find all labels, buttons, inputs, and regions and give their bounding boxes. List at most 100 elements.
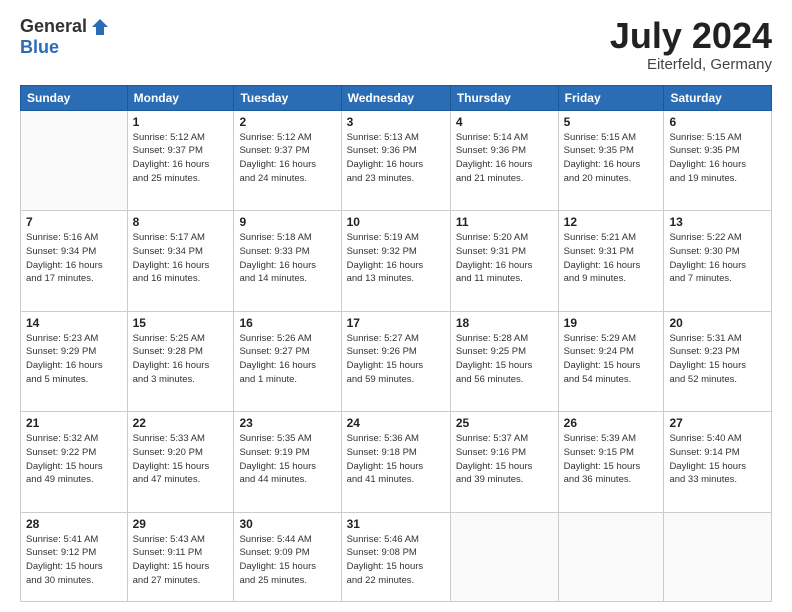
day-info: Sunrise: 5:25 AM Sunset: 9:28 PM Dayligh… — [133, 332, 229, 387]
day-info: Sunrise: 5:35 AM Sunset: 9:19 PM Dayligh… — [239, 432, 335, 487]
day-number: 28 — [26, 517, 122, 531]
calendar-cell: 30 Sunrise: 5:44 AM Sunset: 9:09 PM Dayli… — [234, 512, 341, 601]
calendar-cell: 11 Sunrise: 5:20 AM Sunset: 9:31 PM Dayli… — [450, 211, 558, 312]
calendar-cell — [558, 512, 664, 601]
calendar-cell: 1 Sunrise: 5:12 AM Sunset: 9:37 PM Daylig… — [127, 110, 234, 211]
day-number: 20 — [669, 316, 766, 330]
day-number: 4 — [456, 115, 553, 129]
calendar-cell: 23 Sunrise: 5:35 AM Sunset: 9:19 PM Dayli… — [234, 412, 341, 513]
day-number: 25 — [456, 416, 553, 430]
day-number: 10 — [347, 215, 445, 229]
calendar-cell: 26Sunrise: 5:39 AM Sunset: 9:15 PM Dayli… — [558, 412, 664, 513]
title-block: July 2024 Eiterfeld, Germany — [610, 16, 772, 73]
calendar-cell: 21Sunrise: 5:32 AM Sunset: 9:22 PM Dayli… — [21, 412, 128, 513]
day-info: Sunrise: 5:17 AM Sunset: 9:34 PM Dayligh… — [133, 231, 229, 286]
day-info: Sunrise: 5:32 AM Sunset: 9:22 PM Dayligh… — [26, 432, 122, 487]
calendar-cell: 12Sunrise: 5:21 AM Sunset: 9:31 PM Dayli… — [558, 211, 664, 312]
day-info: Sunrise: 5:15 AM Sunset: 9:35 PM Dayligh… — [669, 131, 766, 186]
day-info: Sunrise: 5:39 AM Sunset: 9:15 PM Dayligh… — [564, 432, 659, 487]
calendar-cell: 6 Sunrise: 5:15 AM Sunset: 9:35 PM Daylig… — [664, 110, 772, 211]
day-number: 13 — [669, 215, 766, 229]
calendar-cell — [664, 512, 772, 601]
calendar-cell: 17 Sunrise: 5:27 AM Sunset: 9:26 PM Dayli… — [341, 311, 450, 412]
day-number: 31 — [347, 517, 445, 531]
calendar-week-row: 7 Sunrise: 5:16 AM Sunset: 9:34 PM Daylig… — [21, 211, 772, 312]
day-number: 15 — [133, 316, 229, 330]
calendar-header-row: SundayMondayTuesdayWednesdayThursdayFrid… — [21, 85, 772, 110]
day-info: Sunrise: 5:12 AM Sunset: 9:37 PM Dayligh… — [133, 131, 229, 186]
day-info: Sunrise: 5:12 AM Sunset: 9:37 PM Dayligh… — [239, 131, 335, 186]
day-number: 11 — [456, 215, 553, 229]
calendar-cell: 7 Sunrise: 5:16 AM Sunset: 9:34 PM Daylig… — [21, 211, 128, 312]
day-number: 19 — [564, 316, 659, 330]
day-number: 24 — [347, 416, 445, 430]
calendar-cell: 8Sunrise: 5:17 AM Sunset: 9:34 PM Daylig… — [127, 211, 234, 312]
day-number: 5 — [564, 115, 659, 129]
month-title: July 2024 — [610, 16, 772, 56]
calendar-cell: 4Sunrise: 5:14 AM Sunset: 9:36 PM Daylig… — [450, 110, 558, 211]
day-header-saturday: Saturday — [664, 85, 772, 110]
calendar-cell: 22 Sunrise: 5:33 AM Sunset: 9:20 PM Dayli… — [127, 412, 234, 513]
day-number: 16 — [239, 316, 335, 330]
logo-icon — [90, 17, 110, 37]
day-info: Sunrise: 5:15 AM Sunset: 9:35 PM Dayligh… — [564, 131, 659, 186]
day-info: Sunrise: 5:28 AM Sunset: 9:25 PM Dayligh… — [456, 332, 553, 387]
day-number: 2 — [239, 115, 335, 129]
calendar-cell: 13Sunrise: 5:22 AM Sunset: 9:30 PM Dayli… — [664, 211, 772, 312]
day-number: 22 — [133, 416, 229, 430]
calendar-cell: 29 Sunrise: 5:43 AM Sunset: 9:11 PM Dayli… — [127, 512, 234, 601]
location-subtitle: Eiterfeld, Germany — [610, 56, 772, 73]
day-info: Sunrise: 5:16 AM Sunset: 9:34 PM Dayligh… — [26, 231, 122, 286]
day-number: 30 — [239, 517, 335, 531]
day-number: 27 — [669, 416, 766, 430]
day-info: Sunrise: 5:27 AM Sunset: 9:26 PM Dayligh… — [347, 332, 445, 387]
calendar-cell: 25 Sunrise: 5:37 AM Sunset: 9:16 PM Dayli… — [450, 412, 558, 513]
logo-blue: Blue — [20, 37, 59, 58]
day-info: Sunrise: 5:43 AM Sunset: 9:11 PM Dayligh… — [133, 533, 229, 588]
calendar-cell — [450, 512, 558, 601]
calendar-cell: 24 Sunrise: 5:36 AM Sunset: 9:18 PM Dayli… — [341, 412, 450, 513]
day-info: Sunrise: 5:31 AM Sunset: 9:23 PM Dayligh… — [669, 332, 766, 387]
day-number: 3 — [347, 115, 445, 129]
logo-general: General — [20, 16, 87, 37]
day-info: Sunrise: 5:37 AM Sunset: 9:16 PM Dayligh… — [456, 432, 553, 487]
calendar-week-row: 1 Sunrise: 5:12 AM Sunset: 9:37 PM Daylig… — [21, 110, 772, 211]
day-header-friday: Friday — [558, 85, 664, 110]
day-info: Sunrise: 5:13 AM Sunset: 9:36 PM Dayligh… — [347, 131, 445, 186]
calendar-table: SundayMondayTuesdayWednesdayThursdayFrid… — [20, 85, 772, 602]
calendar-cell: 31 Sunrise: 5:46 AM Sunset: 9:08 PM Dayli… — [341, 512, 450, 601]
day-info: Sunrise: 5:20 AM Sunset: 9:31 PM Dayligh… — [456, 231, 553, 286]
day-info: Sunrise: 5:18 AM Sunset: 9:33 PM Dayligh… — [239, 231, 335, 286]
day-header-sunday: Sunday — [21, 85, 128, 110]
day-number: 17 — [347, 316, 445, 330]
day-info: Sunrise: 5:40 AM Sunset: 9:14 PM Dayligh… — [669, 432, 766, 487]
day-info: Sunrise: 5:36 AM Sunset: 9:18 PM Dayligh… — [347, 432, 445, 487]
day-number: 18 — [456, 316, 553, 330]
day-number: 7 — [26, 215, 122, 229]
day-number: 29 — [133, 517, 229, 531]
day-number: 6 — [669, 115, 766, 129]
day-number: 1 — [133, 115, 229, 129]
calendar-cell: 10 Sunrise: 5:19 AM Sunset: 9:32 PM Dayli… — [341, 211, 450, 312]
calendar-week-row: 14Sunrise: 5:23 AM Sunset: 9:29 PM Dayli… — [21, 311, 772, 412]
day-info: Sunrise: 5:44 AM Sunset: 9:09 PM Dayligh… — [239, 533, 335, 588]
day-header-tuesday: Tuesday — [234, 85, 341, 110]
calendar-cell: 14Sunrise: 5:23 AM Sunset: 9:29 PM Dayli… — [21, 311, 128, 412]
calendar-cell: 15 Sunrise: 5:25 AM Sunset: 9:28 PM Dayli… — [127, 311, 234, 412]
calendar-cell: 5 Sunrise: 5:15 AM Sunset: 9:35 PM Daylig… — [558, 110, 664, 211]
calendar-cell — [21, 110, 128, 211]
day-info: Sunrise: 5:19 AM Sunset: 9:32 PM Dayligh… — [347, 231, 445, 286]
day-info: Sunrise: 5:41 AM Sunset: 9:12 PM Dayligh… — [26, 533, 122, 588]
calendar-cell: 20 Sunrise: 5:31 AM Sunset: 9:23 PM Dayli… — [664, 311, 772, 412]
calendar-cell: 3 Sunrise: 5:13 AM Sunset: 9:36 PM Daylig… — [341, 110, 450, 211]
day-info: Sunrise: 5:33 AM Sunset: 9:20 PM Dayligh… — [133, 432, 229, 487]
day-header-wednesday: Wednesday — [341, 85, 450, 110]
day-number: 9 — [239, 215, 335, 229]
day-info: Sunrise: 5:46 AM Sunset: 9:08 PM Dayligh… — [347, 533, 445, 588]
day-header-thursday: Thursday — [450, 85, 558, 110]
day-header-monday: Monday — [127, 85, 234, 110]
day-number: 23 — [239, 416, 335, 430]
day-info: Sunrise: 5:29 AM Sunset: 9:24 PM Dayligh… — [564, 332, 659, 387]
calendar-week-row: 28 Sunrise: 5:41 AM Sunset: 9:12 PM Dayli… — [21, 512, 772, 601]
header: General Blue July 2024 Eiterfeld, German… — [20, 16, 772, 73]
